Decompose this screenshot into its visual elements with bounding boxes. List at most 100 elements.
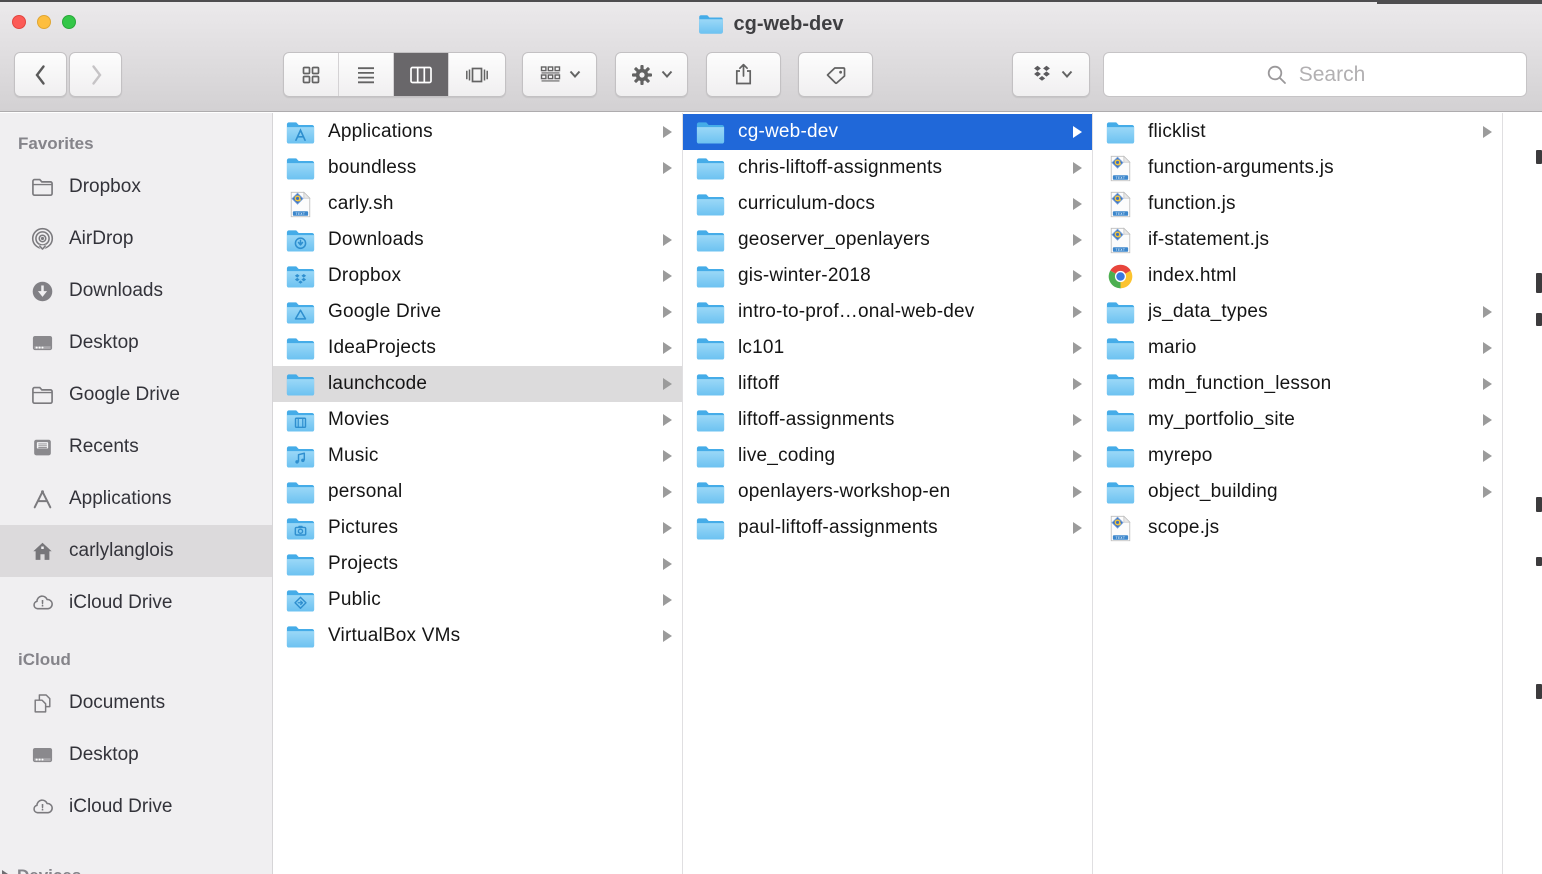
file-row[interactable]: geoserver_openlayers: [683, 222, 1092, 258]
list-view-button[interactable]: [339, 53, 394, 96]
sidebar-item[interactable]: Documents: [0, 677, 272, 729]
sidebar-section-devices[interactable]: Devices: [2, 866, 81, 874]
disclosure-arrow-icon: [663, 378, 672, 390]
folder-google-drive-icon: [286, 299, 315, 326]
file-row[interactable]: my_portfolio_site: [1093, 402, 1502, 438]
chevron-down-icon: [1061, 70, 1073, 79]
file-row[interactable]: curriculum-docs: [683, 186, 1092, 222]
share-button[interactable]: [706, 52, 781, 97]
column-view-button[interactable]: [394, 53, 449, 96]
file-name: live_coding: [738, 445, 1060, 467]
file-row[interactable]: live_coding: [683, 438, 1092, 474]
file-row[interactable]: openlayers-workshop-en: [683, 474, 1092, 510]
file-row[interactable]: Pictures: [273, 510, 682, 546]
file-row[interactable]: Public: [273, 582, 682, 618]
sidebar-item[interactable]: Recents: [0, 421, 272, 473]
file-name: flicklist: [1148, 121, 1470, 143]
file-row[interactable]: gis-winter-2018: [683, 258, 1092, 294]
file-row[interactable]: function-arguments.js: [1093, 150, 1502, 186]
disclosure-arrow-icon: [663, 522, 672, 534]
title-folder-icon: [698, 13, 724, 35]
file-name: curriculum-docs: [738, 193, 1060, 215]
close-button[interactable]: [12, 15, 26, 29]
sidebar-item[interactable]: iCloud Drive: [0, 781, 272, 833]
action-button[interactable]: [615, 52, 688, 97]
sidebar-item[interactable]: Desktop: [0, 729, 272, 781]
folder-icon: [696, 515, 725, 542]
file-row[interactable]: flicklist: [1093, 114, 1502, 150]
file-row[interactable]: Projects: [273, 546, 682, 582]
sidebar-item[interactable]: Desktop: [0, 317, 272, 369]
sidebar-item[interactable]: carlylanglois: [0, 525, 272, 577]
file-row[interactable]: liftoff-assignments: [683, 402, 1092, 438]
minimize-button[interactable]: [37, 15, 51, 29]
folder-icon: [696, 479, 725, 506]
sidebar-item[interactable]: Google Drive: [0, 369, 272, 421]
disclosure-arrow-icon: [1073, 126, 1082, 138]
title-bar[interactable]: cg-web-dev: [0, 2, 1542, 46]
back-button[interactable]: [14, 52, 67, 97]
file-row[interactable]: VirtualBox VMs: [273, 618, 682, 654]
tag-button[interactable]: [798, 52, 873, 97]
finder-column-2: cg-web-dev chris-liftoff-assignments cur…: [683, 113, 1093, 874]
sidebar-item[interactable]: Applications: [0, 473, 272, 525]
screen-top-edge: [0, 0, 1542, 2]
search-input[interactable]: Search: [1103, 52, 1527, 97]
file-row[interactable]: mario: [1093, 330, 1502, 366]
file-row[interactable]: cg-web-dev: [683, 114, 1092, 150]
file-name: Public: [328, 589, 650, 611]
cover-flow-view-icon: [465, 64, 489, 86]
file-row[interactable]: function.js: [1093, 186, 1502, 222]
file-row[interactable]: intro-to-prof…onal-web-dev: [683, 294, 1092, 330]
file-row[interactable]: paul-liftoff-assignments: [683, 510, 1092, 546]
file-row[interactable]: Google Drive: [273, 294, 682, 330]
file-row[interactable]: boundless: [273, 150, 682, 186]
file-row[interactable]: Downloads: [273, 222, 682, 258]
file-row[interactable]: Music: [273, 438, 682, 474]
disclosure-arrow-icon: [663, 270, 672, 282]
file-row[interactable]: IdeaProjects: [273, 330, 682, 366]
disclosure-triangle-icon: [2, 870, 11, 874]
sidebar-item[interactable]: Downloads: [0, 265, 272, 317]
icon-view-button[interactable]: [284, 53, 339, 96]
sidebar-item-label: iCloud Drive: [69, 592, 172, 614]
file-row[interactable]: index.html: [1093, 258, 1502, 294]
cover-flow-view-button[interactable]: [449, 53, 504, 96]
file-row[interactable]: personal: [273, 474, 682, 510]
arrange-button[interactable]: [522, 52, 597, 97]
file-name: Projects: [328, 553, 650, 575]
file-row[interactable]: myrepo: [1093, 438, 1502, 474]
file-name: paul-liftoff-assignments: [738, 517, 1060, 539]
sidebar-item[interactable]: Dropbox: [0, 161, 272, 213]
script-file-icon: [1106, 155, 1135, 182]
file-row[interactable]: lc101: [683, 330, 1092, 366]
file-name: liftoff-assignments: [738, 409, 1060, 431]
folder-icon: [1106, 119, 1135, 146]
zoom-button[interactable]: [62, 15, 76, 29]
folder-movies-icon: [286, 407, 315, 434]
file-row[interactable]: Dropbox: [273, 258, 682, 294]
file-row[interactable]: liftoff: [683, 366, 1092, 402]
file-row[interactable]: scope.js: [1093, 510, 1502, 546]
file-row[interactable]: object_building: [1093, 474, 1502, 510]
file-row[interactable]: Movies: [273, 402, 682, 438]
file-name: boundless: [328, 157, 650, 179]
forward-button[interactable]: [69, 52, 122, 97]
file-row[interactable]: js_data_types: [1093, 294, 1502, 330]
sidebar-section-header: Devices: [17, 866, 81, 874]
file-row[interactable]: if-statement.js: [1093, 222, 1502, 258]
file-row[interactable]: chris-liftoff-assignments: [683, 150, 1092, 186]
file-row[interactable]: carly.sh: [273, 186, 682, 222]
disclosure-arrow-icon: [1073, 378, 1082, 390]
file-name: Music: [328, 445, 650, 467]
disclosure-arrow-icon: [1073, 306, 1082, 318]
sidebar-item[interactable]: AirDrop: [0, 213, 272, 265]
arrange-icon: [539, 64, 562, 86]
sidebar-item-label: iCloud Drive: [69, 796, 172, 818]
sidebar-item[interactable]: iCloud Drive: [0, 577, 272, 629]
file-name: mdn_function_lesson: [1148, 373, 1470, 395]
file-row[interactable]: Applications: [273, 114, 682, 150]
file-row[interactable]: launchcode: [273, 366, 682, 402]
file-row[interactable]: mdn_function_lesson: [1093, 366, 1502, 402]
dropbox-button[interactable]: [1012, 52, 1090, 97]
